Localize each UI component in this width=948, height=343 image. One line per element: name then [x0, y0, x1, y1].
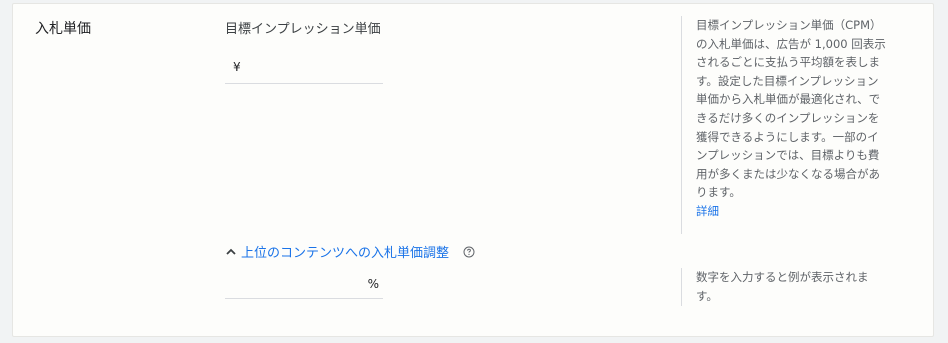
chevron-up-icon — [226, 248, 236, 255]
target-cpm-label: 目標インプレッション単価 — [225, 22, 381, 37]
target-cpm-help: 目標インプレッション単価（CPM）の入札単価は、広告が 1,000 回表示される… — [681, 16, 896, 234]
top-content-adjustment-toggle[interactable]: 上位のコンテンツへの入札単価調整 — [225, 242, 475, 261]
target-cpm-help-text: 目標インプレッション単価（CPM）の入札単価は、広告が 1,000 回表示される… — [696, 18, 886, 200]
bid-settings-card: 入札単価 目標インプレッション単価 ¥ 目標インプレッション単価（CPM）の入札… — [12, 3, 934, 337]
top-content-adjustment-input[interactable] — [229, 273, 343, 295]
top-content-adjustment-label: 上位のコンテンツへの入札単価調整 — [241, 246, 450, 261]
percent-suffix: % — [367, 277, 379, 291]
help-circle-icon[interactable] — [463, 246, 475, 258]
learn-more-link[interactable]: 詳細 — [696, 202, 888, 221]
top-content-adjustment-field: % — [225, 269, 383, 299]
target-cpm-field: ¥ — [225, 54, 383, 84]
currency-symbol: ¥ — [233, 60, 241, 74]
adjustment-help-text: 数字を入力すると例が表示されます。 — [696, 270, 869, 303]
target-cpm-input[interactable] — [245, 58, 359, 80]
adjustment-help: 数字を入力すると例が表示されます。 — [681, 268, 896, 306]
section-title: 入札単価 — [35, 21, 91, 37]
